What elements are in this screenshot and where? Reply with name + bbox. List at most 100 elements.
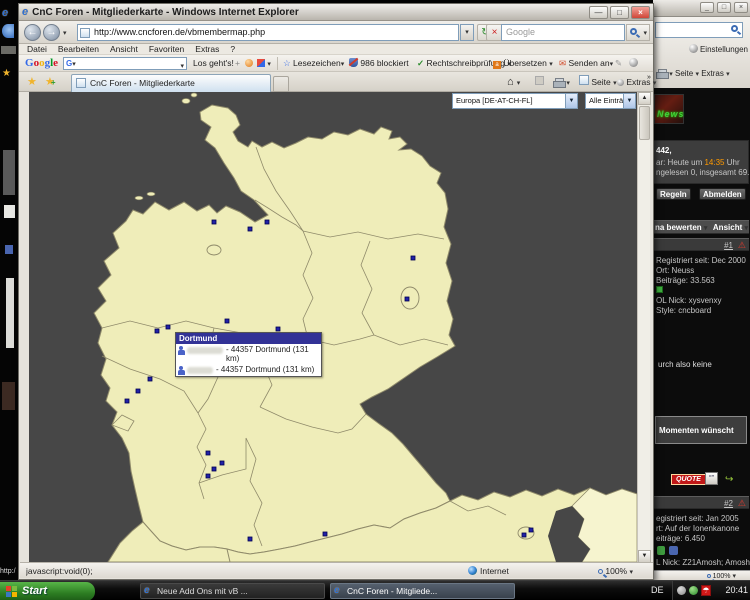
minimize-icon[interactable]: _ <box>700 2 714 13</box>
settings-button[interactable]: Einstellungen <box>689 44 748 54</box>
scrollbar-thumb[interactable] <box>639 106 650 140</box>
pagerank-icon[interactable]: + <box>235 55 240 72</box>
zoom-level[interactable]: 100% ▾ <box>707 572 736 580</box>
messenger-tray-icon[interactable] <box>689 586 698 595</box>
translate-button[interactable]: a Übersetzen ▾ <box>493 55 553 72</box>
send-to-button[interactable]: ✉ Senden an▾ <box>559 55 613 72</box>
member-dot[interactable] <box>220 461 224 465</box>
report-icon[interactable]: ⚠ <box>738 498 746 509</box>
germany-map[interactable] <box>29 92 639 563</box>
sitesearch-icon[interactable] <box>245 55 253 72</box>
member-dot[interactable] <box>529 528 533 532</box>
post2-header: #2 ⚠ <box>653 496 749 509</box>
member-dot[interactable] <box>522 533 526 537</box>
clock-tray-icon[interactable] <box>677 586 686 595</box>
menu-extras[interactable]: Extras <box>195 44 219 54</box>
popup-blocker-button[interactable]: 986 blockiert <box>349 55 409 72</box>
member-dot[interactable] <box>136 389 140 393</box>
menu-ansicht[interactable]: Ansicht <box>110 44 138 54</box>
language-indicator[interactable]: DE <box>651 585 664 595</box>
member-dot[interactable] <box>405 297 409 301</box>
tools-menu-button[interactable]: Extras <box>701 69 724 78</box>
member-dot[interactable] <box>166 325 170 329</box>
member-dot[interactable] <box>125 399 129 403</box>
gtb-settings-button[interactable] <box>629 55 638 72</box>
forward-button[interactable]: → <box>43 24 60 41</box>
search-input[interactable] <box>655 22 743 38</box>
rate-thread-button[interactable]: na bewerten ▾ <box>655 223 707 232</box>
taskbar-item-cncforen[interactable]: e CnC Foren - Mitgliede... <box>330 583 515 599</box>
history-dropdown[interactable]: ▾ <box>63 29 67 37</box>
member-dot[interactable] <box>248 537 252 541</box>
view-menu-button[interactable]: Ansicht ▾ <box>713 223 748 232</box>
member-dot[interactable] <box>212 467 216 471</box>
search-go-button[interactable]: ▾ <box>626 24 650 41</box>
post1-number[interactable]: #1 <box>724 241 733 250</box>
member-dot[interactable] <box>155 329 159 333</box>
taskbar-item-addons[interactable]: e Neue Add Ons mit vB ... <box>140 583 325 599</box>
antivirus-tray-icon[interactable]: ☂ <box>701 585 711 596</box>
member-dot[interactable] <box>148 377 152 381</box>
rules-button[interactable]: Regeln <box>656 188 691 200</box>
add-favorite-button[interactable]: ★+ <box>45 75 56 88</box>
member-dot[interactable] <box>206 451 210 455</box>
zoom-control[interactable]: 100% ▾ <box>598 565 633 577</box>
tooltip-member-row[interactable]: - 44357 Dortmund (131 km) <box>176 364 321 376</box>
menu-favoriten[interactable]: Favoriten <box>149 44 184 54</box>
toolbar-overflow-chevron[interactable]: » <box>647 70 651 86</box>
region-select[interactable]: Europa [DE-AT-CH-FL] ▼ <box>452 93 578 109</box>
member-dot[interactable] <box>225 319 229 323</box>
highlight-icon[interactable]: ✎ <box>615 55 622 72</box>
member-dot[interactable] <box>206 474 210 478</box>
maximize-button[interactable]: □ <box>610 6 629 19</box>
tooltip-member-row[interactable]: - 44357 Dortmund (131 km) <box>176 344 321 364</box>
google-search-input[interactable]: G▾ ▾ <box>63 57 187 70</box>
favorites-center-button[interactable]: ★ <box>27 75 37 88</box>
start-button[interactable]: Start <box>0 582 95 600</box>
quote-button[interactable]: QUOTE <box>671 474 706 485</box>
member-dot[interactable] <box>212 220 216 224</box>
entries-select[interactable]: Alle Einträge ▼ <box>585 93 636 109</box>
member-dot[interactable] <box>248 227 252 231</box>
clock[interactable]: 20:41 <box>725 585 748 595</box>
url-input[interactable]: http://www.cncforen.de/vbmembermap.php <box>77 24 459 41</box>
minimize-button[interactable]: — <box>589 6 608 19</box>
home-button[interactable]: ⌂ ▾ <box>507 74 520 90</box>
news-banner-image[interactable]: News <box>654 94 684 124</box>
logout-button[interactable]: Abmelden <box>699 188 746 200</box>
options-icon[interactable]: ▾ <box>257 55 271 72</box>
post2-number[interactable]: #2 <box>724 499 733 508</box>
member-dot[interactable] <box>276 327 280 331</box>
back-button[interactable]: ← <box>24 24 41 41</box>
menu-help[interactable]: ? <box>230 44 235 54</box>
page-menu-button[interactable]: Seite ▾ <box>579 74 617 90</box>
member-dot[interactable] <box>323 532 327 536</box>
menu-datei[interactable]: Datei <box>27 44 47 54</box>
multiquote-icon[interactable]: “” <box>705 472 718 485</box>
close-button[interactable]: × <box>631 6 650 19</box>
page-menu-button[interactable]: Seite <box>675 69 693 78</box>
quick-reply-icon[interactable]: ↪ <box>725 474 733 485</box>
titlebar[interactable]: e CnC Foren - Mitgliederkarte - Windows … <box>19 4 653 21</box>
search-input[interactable]: Google <box>501 24 625 41</box>
new-tab-button[interactable] <box>273 76 289 92</box>
vertical-scrollbar[interactable]: ▲ ▼ <box>637 92 650 563</box>
bookmarks-button[interactable]: ☆ Lesezeichen▾ <box>283 55 344 72</box>
url-dropdown-button[interactable]: ▾ <box>460 24 474 41</box>
tab-cnc-foren[interactable]: CnC Foren - Mitgliederkarte <box>71 74 271 92</box>
close-icon[interactable]: × <box>734 2 748 13</box>
member-dot[interactable] <box>411 256 415 260</box>
report-icon[interactable]: ⚠ <box>738 240 746 251</box>
feeds-button[interactable] <box>535 74 544 90</box>
print-button[interactable]: ▾ <box>553 74 570 90</box>
award-icon <box>657 546 665 555</box>
menu-bearbeiten[interactable]: Bearbeiten <box>58 44 99 54</box>
member-dot[interactable] <box>265 220 269 224</box>
panel-fragment <box>5 245 13 254</box>
scroll-up-button[interactable]: ▲ <box>638 92 651 105</box>
member-location-text: - 44357 Dortmund (131 km) <box>226 345 318 363</box>
restore-icon[interactable]: □ <box>717 2 731 13</box>
forum-link[interactable]: 442, <box>656 146 672 155</box>
google-go-button[interactable]: Los geht's! <box>193 55 234 72</box>
print-icon[interactable] <box>656 69 667 77</box>
